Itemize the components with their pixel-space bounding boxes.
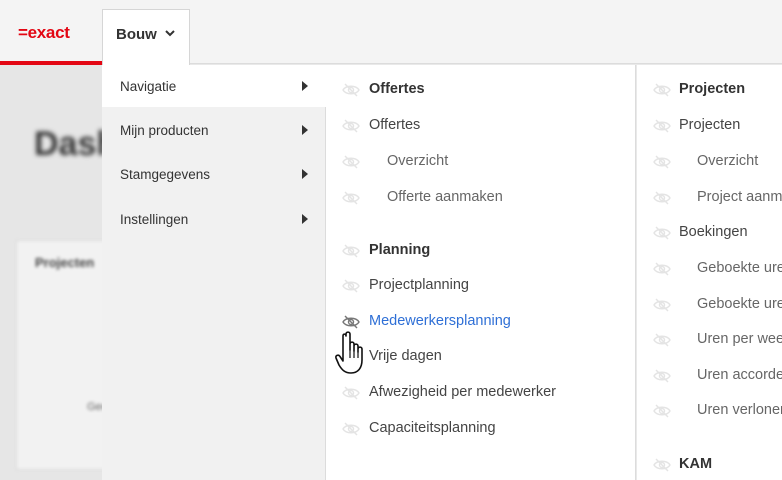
menu-item-label: Project aanmaken (697, 189, 782, 205)
heading-planning[interactable]: Planning (342, 239, 622, 263)
eye-off-icon[interactable] (342, 190, 360, 206)
menu-item-label: Uren verlonen (697, 402, 782, 418)
menu-item-geboekte-uren-2[interactable]: Geboekte uren (653, 293, 782, 317)
menu-item-label: Afwezigheid per medewerker (369, 384, 556, 400)
top-bar: =exact Bouw (0, 0, 782, 67)
menu-item-label: Projectplanning (369, 277, 469, 293)
menu-heading-label: Offertes (369, 81, 425, 97)
menu-item-uren-verlonen[interactable]: Uren verlonen (653, 399, 782, 423)
dashboard-card: Projecten Geen (16, 240, 102, 470)
eye-off-icon[interactable] (653, 368, 671, 384)
exact-logo[interactable]: =exact (18, 23, 70, 43)
chevron-right-icon (302, 125, 308, 135)
menu-item-label: Projecten (679, 117, 741, 133)
menu-item-stamgegevens[interactable]: Stamgegevens (102, 153, 326, 195)
menu-item-boekingen[interactable]: Boekingen (653, 221, 782, 245)
menu-item-project-aanmaken[interactable]: Project aanmaken (653, 186, 782, 210)
menu-heading-label: KAM (679, 456, 713, 472)
chevron-right-icon (302, 214, 308, 224)
menu-item-label: Uren accorderen (697, 367, 782, 383)
menu-item-afwezigheid[interactable]: Afwezigheid per medewerker (342, 381, 622, 405)
menu-item-label: Geboekte uren (697, 296, 782, 312)
menu-item-projectplanning[interactable]: Projectplanning (342, 274, 622, 298)
heading-offertes[interactable]: Offertes (342, 78, 622, 102)
eye-off-icon[interactable] (653, 261, 671, 277)
menu-level3: Projecten Projecten Overzicht Project aa… (637, 65, 782, 480)
chevron-right-icon (302, 81, 308, 91)
menu-item-label: Geboekte uren (697, 260, 782, 276)
menu-item-label: Offertes (369, 117, 421, 133)
eye-off-icon[interactable] (653, 154, 671, 170)
eye-off-icon[interactable] (653, 118, 671, 134)
heading-projecten[interactable]: Projecten (653, 78, 782, 102)
eye-off-icon[interactable] (342, 385, 360, 401)
menu-item-geboekte-uren-1[interactable]: Geboekte uren (653, 257, 782, 281)
module-button-label: Bouw (116, 26, 157, 43)
menu-item-label: Stamgegevens (120, 166, 211, 182)
menu-item-vrije-dagen[interactable]: Vrije dagen (342, 345, 622, 369)
card-text: Geen (87, 401, 102, 413)
eye-off-icon[interactable] (653, 225, 671, 241)
eye-off-icon[interactable] (653, 190, 671, 206)
menu-item-uren-per-week[interactable]: Uren per week (653, 328, 782, 352)
menu-heading-label: Planning (369, 242, 431, 258)
eye-off-icon[interactable] (653, 332, 671, 348)
heading-kam[interactable]: KAM (653, 453, 782, 477)
menu-item-label: Capaciteitsplanning (369, 420, 496, 436)
chevron-right-icon (302, 169, 308, 179)
background-page: Dashboard Projecten Geen (0, 65, 102, 480)
eye-off-icon[interactable] (342, 421, 360, 437)
menu-item-navigatie[interactable]: Navigatie (102, 65, 326, 107)
menu-item-label: Navigatie (120, 78, 177, 94)
menu-level2: Offertes Offertes Overzicht Offerte aanm… (326, 65, 636, 480)
page-title: Dashboard (34, 125, 102, 163)
menu-item-projecten-overzicht[interactable]: Overzicht (653, 150, 782, 174)
eye-off-icon[interactable] (342, 82, 360, 98)
eye-off-icon[interactable] (342, 278, 360, 294)
menu-item-label: Uren per week (697, 331, 782, 347)
menu-item-label: Instellingen (120, 211, 189, 227)
eye-off-icon[interactable] (342, 154, 360, 170)
eye-off-icon[interactable] (653, 457, 671, 473)
menu-item-label: Overzicht (387, 153, 449, 169)
menu-item-label: Medewerkersplanning (369, 313, 511, 329)
eye-off-icon[interactable] (342, 314, 360, 330)
eye-off-icon[interactable] (653, 297, 671, 313)
chevron-down-icon (165, 30, 175, 37)
eye-off-icon[interactable] (653, 403, 671, 419)
menu-item-label: Overzicht (697, 153, 759, 169)
active-indicator (0, 61, 102, 65)
menu-item-instellingen[interactable]: Instellingen (102, 198, 326, 240)
menu-level1: Navigatie Mijn producten Stamgegevens In… (102, 65, 326, 480)
menu-heading-label: Projecten (679, 81, 746, 97)
menu-item-projecten[interactable]: Projecten (653, 114, 782, 138)
eye-off-icon[interactable] (342, 243, 360, 259)
eye-off-icon[interactable] (342, 118, 360, 134)
module-menu-button[interactable]: Bouw (102, 9, 190, 67)
menu-item-offertes[interactable]: Offertes (342, 114, 622, 138)
menu-item-capaciteitsplanning[interactable]: Capaciteitsplanning (342, 417, 622, 441)
card-title: Projecten (35, 255, 95, 270)
menu-item-uren-accorderen[interactable]: Uren accorderen (653, 364, 782, 388)
menu-item-label: Vrije dagen (369, 348, 442, 364)
menu-item-label: Offerte aanmaken (387, 189, 503, 205)
menu-item-mijn-producten[interactable]: Mijn producten (102, 109, 326, 151)
eye-off-icon[interactable] (653, 82, 671, 98)
menu-item-medewerkersplanning[interactable]: Medewerkersplanning (342, 310, 622, 334)
menu-item-overzicht[interactable]: Overzicht (342, 150, 622, 174)
menu-item-offerte-aanmaken[interactable]: Offerte aanmaken (342, 186, 622, 210)
menu-item-label: Mijn producten (120, 122, 209, 138)
menu-item-label: Boekingen (679, 224, 748, 240)
hand-pointer-cursor-icon (335, 331, 363, 374)
